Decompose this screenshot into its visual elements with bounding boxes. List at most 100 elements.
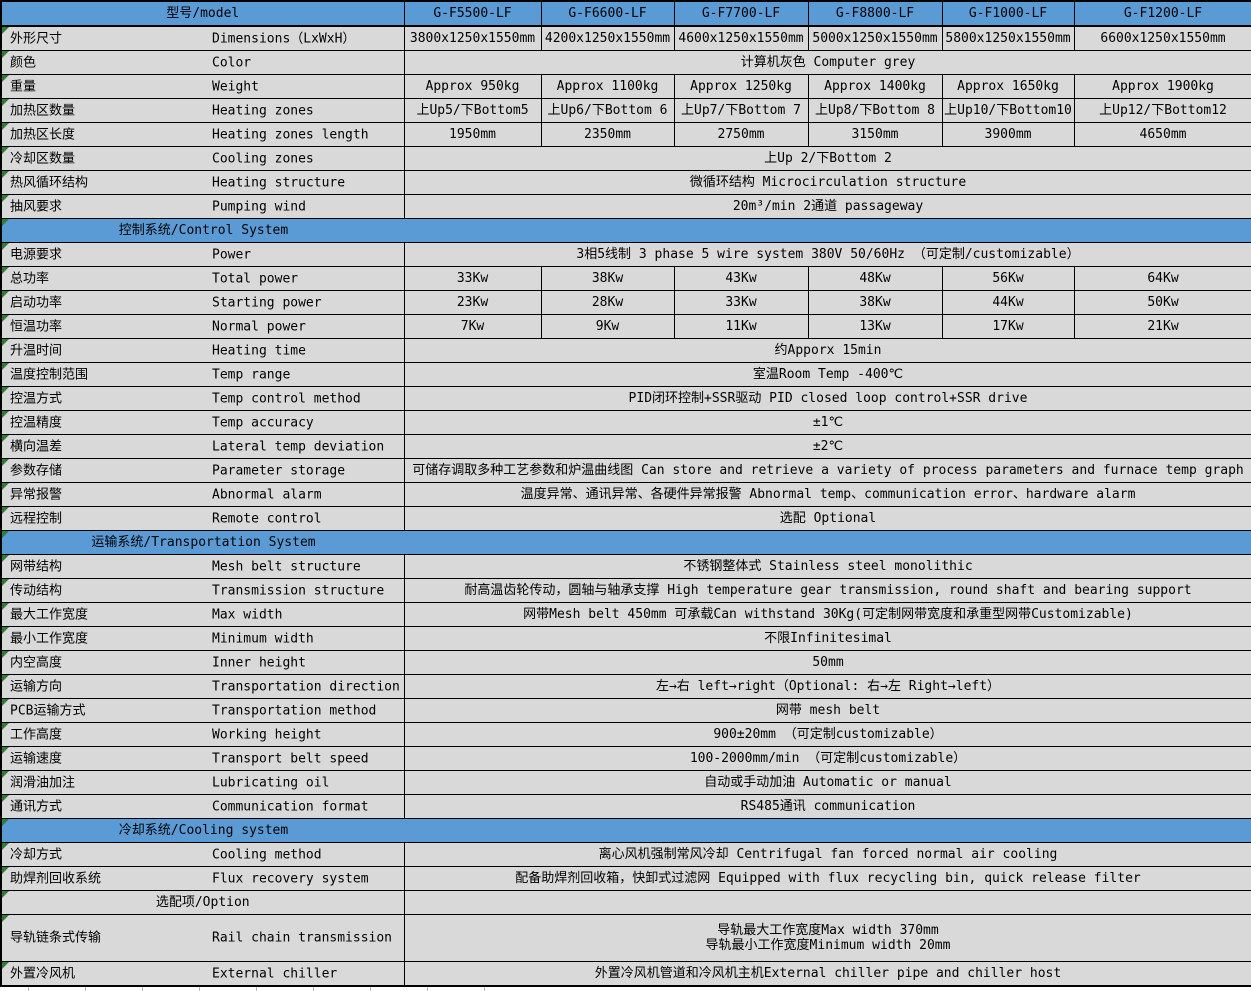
value-cell: 43Kw	[674, 267, 808, 291]
table-row: 热风循环结构 Heating structure 微循环结构 Microcircul…	[1, 171, 1251, 195]
spec-label-cell: 运输方向Transportation direction	[1, 675, 404, 699]
section-header-label: 运输系统/Transportation System	[2, 535, 405, 550]
value-cell: Approx 1650kg	[942, 75, 1074, 99]
spec-label-cell: 横向温差Lateral temp deviation	[1, 435, 404, 459]
label-en: Heating structure	[212, 175, 345, 190]
value-cell-merged: RS485通讯 communication	[404, 795, 1251, 819]
error-indicator-triangle	[2, 483, 9, 490]
error-indicator-triangle	[2, 291, 9, 298]
section-header-cell: 控制系统/Control System	[1, 219, 1251, 243]
value-cell-merged: 自动或手动加油 Automatic or manual	[404, 771, 1251, 795]
error-indicator-triangle	[2, 843, 9, 850]
value-cell-merged: 选配 Optional	[404, 507, 1251, 531]
value-cell-merged: PID闭环控制+SSR驱动 PID closed loop control+SS…	[404, 387, 1251, 411]
spec-label-cell: 热风循环结构 Heating structure	[1, 171, 404, 195]
value-cell: 5000x1250x1550mm	[808, 26, 942, 51]
spec-label-cell: 最小工作宽度Minimum width	[1, 627, 404, 651]
error-indicator-triangle	[2, 579, 9, 586]
table-row: 通讯方式Communication formatRS485通讯 communic…	[1, 795, 1251, 819]
value-cell: 3900mm	[942, 123, 1074, 147]
grid-remnant-line	[28, 987, 29, 991]
spec-label-cell: 颜色Color	[1, 51, 404, 75]
model-header-cell: G-F5500-LF	[404, 1, 541, 26]
value-cell: Approx 1900kg	[1074, 75, 1251, 99]
grid-remnant-line	[427, 987, 428, 991]
model-header-cell: G-F7700-LF	[674, 1, 808, 26]
section-header-label: 冷却系统/Cooling system	[2, 823, 405, 838]
grid-remnant-line	[256, 987, 257, 991]
label-en: Total power	[212, 271, 298, 286]
table-row: 恒温功率Normal power7Kw9Kw11Kw13Kw17Kw21Kw	[1, 315, 1251, 339]
table-row: 电源要求Power3相5线制 3 phase 5 wire system 380…	[1, 243, 1251, 267]
label-zh: 冷却方式	[10, 847, 62, 862]
label-zh: 工作高度	[10, 727, 62, 742]
model-header-cell: G-F1200-LF	[1074, 1, 1251, 26]
error-indicator-triangle	[2, 819, 9, 826]
label-zh: 网带结构	[10, 559, 62, 574]
table-row: 温度控制范围Temp range室温Room Temp -400℃	[1, 363, 1251, 387]
error-indicator-triangle	[2, 51, 9, 58]
label-en: Abnormal alarm	[212, 487, 322, 502]
table-row: 冷却方式Cooling method离心风机强制常风冷却 Centrifugal…	[1, 843, 1251, 867]
value-cell: 7Kw	[404, 315, 541, 339]
option-value-cell	[404, 891, 1251, 915]
label-zh: 远程控制	[10, 511, 62, 526]
spec-label-cell: 控温精度Temp accuracy	[1, 411, 404, 435]
value-cell: 56Kw	[942, 267, 1074, 291]
label-en: Lubricating oil	[212, 775, 329, 790]
error-indicator-triangle	[2, 411, 9, 418]
value-cell-merged: 上Up 2/下Bottom 2	[404, 147, 1251, 171]
error-indicator-triangle	[2, 603, 9, 610]
value-cell-merged: 微循环结构 Microcirculation structure	[404, 171, 1251, 195]
label-en: Pumping wind	[212, 199, 306, 214]
value-cell-merged: 温度异常、通讯异常、各硬件异常报警 Abnormal temp、communic…	[404, 483, 1251, 507]
error-indicator-triangle	[2, 555, 9, 562]
error-indicator-triangle	[2, 363, 9, 370]
error-indicator-triangle	[2, 27, 9, 34]
spec-label-cell: 远程控制Remote control	[1, 507, 404, 531]
label-en: Flux recovery system	[212, 871, 369, 886]
value-cell-merged: 100-2000mm/min （可定制customizable）	[404, 747, 1251, 771]
table-row: 升温时间Heating time约Apporx 15min	[1, 339, 1251, 363]
error-indicator-triangle	[2, 243, 9, 250]
label-zh: 重量	[10, 79, 36, 94]
value-cell: 38Kw	[541, 267, 674, 291]
label-en: Lateral temp deviation	[212, 439, 384, 454]
section-row: 冷却系统/Cooling system	[1, 819, 1251, 843]
label-en: Transportation method	[212, 703, 376, 718]
label-zh: 最大工作宽度	[10, 607, 88, 622]
grid-remnant-line	[142, 987, 143, 991]
value-cell: Approx 1400kg	[808, 75, 942, 99]
label-zh: 控温方式	[10, 391, 62, 406]
spec-label-cell: 外置冷风机External chiller	[1, 962, 404, 987]
table-row: 最大工作宽度 Max width 网带Mesh belt 450mm 可承载Can …	[1, 603, 1251, 627]
spec-label-cell: 助焊剂回收系统 Flux recovery system	[1, 867, 404, 891]
label-zh: 热风循环结构	[10, 175, 88, 190]
error-indicator-triangle	[2, 531, 9, 538]
label-en: Mesh belt structure	[212, 559, 361, 574]
value-cell: 4650mm	[1074, 123, 1251, 147]
label-en: Cooling zones	[212, 151, 314, 166]
value-cell-merged: 约Apporx 15min	[404, 339, 1251, 363]
label-en: Transport belt speed	[212, 751, 369, 766]
value-cell-merged: 配备助焊剂回收箱，快卸式过滤网 Equipped with flux recyc…	[404, 867, 1251, 891]
label-zh: 温度控制范围	[10, 367, 88, 382]
label-zh: 外形尺寸	[10, 31, 62, 46]
section-header-label: 控制系统/Control System	[2, 223, 405, 238]
label-zh: 助焊剂回收系统	[10, 871, 101, 886]
spec-label-cell: 控温方式Temp control method	[1, 387, 404, 411]
value-cell: 3800x1250x1550mm	[404, 26, 541, 51]
table-row: 总功率Total power33Kw38Kw43Kw48Kw56Kw64Kw	[1, 267, 1251, 291]
label-zh: 异常报警	[10, 487, 62, 502]
label-en: Max width	[212, 607, 282, 622]
value-cell-merged: 网带Mesh belt 450mm 可承载Can withstand 30Kg(…	[404, 603, 1251, 627]
value-cell-merged: 不限Infinitesimal	[404, 627, 1251, 651]
error-indicator-triangle	[2, 867, 9, 874]
label-zh: 外置冷风机	[10, 966, 75, 981]
value-cell: 33Kw	[674, 291, 808, 315]
label-en: Parameter storage	[212, 463, 345, 478]
spec-table: 型号/modelG-F5500-LFG-F6600-LFG-F7700-LFG-…	[0, 0, 1251, 987]
value-cell: 上Up6/下Bottom 6	[541, 99, 674, 123]
label-zh: 启动功率	[10, 295, 62, 310]
error-indicator-triangle	[2, 699, 9, 706]
